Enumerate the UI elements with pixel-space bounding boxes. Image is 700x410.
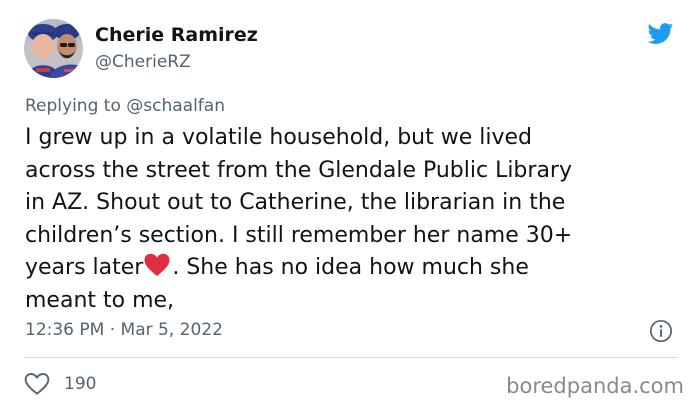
- info-icon[interactable]: [649, 319, 673, 343]
- twitter-bird-icon[interactable]: [645, 20, 675, 47]
- heart-outline-icon[interactable]: [24, 372, 50, 396]
- author-handle[interactable]: @CherieRZ: [95, 52, 191, 72]
- tweet-text-line: in AZ. Shout out to Catherine, the libra…: [25, 190, 566, 215]
- replying-to-line: Replying to @schaalfan: [25, 96, 225, 116]
- tweet-text-line: I grew up in a volatile household, but w…: [25, 125, 533, 150]
- replying-to-label: Replying to: [25, 96, 121, 116]
- tweet-text-line: children’s section. I still remember her…: [25, 222, 573, 248]
- red-heart-emoji-icon: [144, 253, 170, 276]
- tweet-text-line-with-emoji: years later . She has no idea how much sh…: [25, 252, 685, 285]
- like-count: 190: [64, 374, 97, 394]
- tweet-body-text: I grew up in a volatile household, but w…: [25, 122, 685, 317]
- like-button[interactable]: 190: [24, 371, 96, 397]
- replying-to-mention-link[interactable]: @schaalfan: [126, 96, 225, 116]
- author-display-name[interactable]: Cherie Ramirez: [95, 24, 258, 46]
- tweet-text-line: across the street from the Glendale Publ…: [25, 157, 572, 183]
- tweet-card: Cherie Ramirez @CherieRZ Replying to @sc…: [0, 0, 700, 410]
- boredpanda-watermark: boredpanda.com: [506, 374, 684, 398]
- avatar[interactable]: [24, 19, 83, 78]
- tweet-text-fragment: years later: [25, 255, 144, 280]
- tweet-divider: [25, 357, 678, 358]
- tweet-timestamp-link[interactable]: 12:36 PM · Mar 5, 2022: [25, 320, 223, 340]
- avatar-photo: [24, 19, 83, 78]
- tweet-text-fragment: . She has no idea how much she: [172, 255, 529, 280]
- tweet-text-line: meant to me,: [25, 287, 175, 313]
